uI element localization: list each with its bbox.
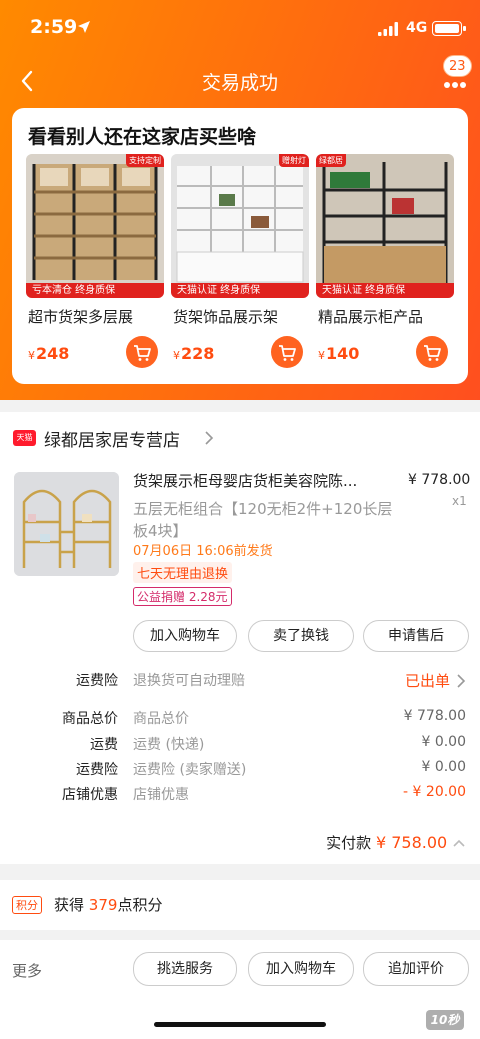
product-name[interactable]: 精品展示柜产品 xyxy=(318,306,423,327)
charity-tag: 公益捐赠 2.28元 xyxy=(133,587,232,606)
product-tag: 支持定制 xyxy=(126,154,164,167)
chevron-up-icon xyxy=(452,834,466,852)
navigation-bar: 交易成功 23 xyxy=(0,55,480,102)
fee-label: 运费 xyxy=(90,737,118,753)
fee-value: - ¥ 20.00 xyxy=(403,784,466,800)
item-image[interactable] xyxy=(14,472,119,576)
choose-service-button[interactable]: 挑选服务 xyxy=(133,952,237,986)
product-price: ¥140 xyxy=(318,344,360,363)
product-ribbon: 天猫认证 终身质保 xyxy=(316,283,454,298)
product-ribbon: 天猫认证 终身质保 xyxy=(171,283,309,298)
return-policy-tag: 七天无理由退换 xyxy=(133,562,233,583)
tmall-badge: 天猫 xyxy=(13,430,36,446)
fee-description: 运费险 (卖家赠送) xyxy=(133,762,247,778)
battery-icon xyxy=(432,21,466,36)
fee-label: 店铺优惠 xyxy=(62,787,118,803)
fee-description: 退换货可自动理赔 xyxy=(133,673,245,689)
fee-description: 店铺优惠 xyxy=(133,787,189,803)
product-ribbon: 亏本清仓 终身质保 xyxy=(26,283,164,298)
add-to-cart-icon[interactable] xyxy=(271,336,303,368)
add-review-button[interactable]: 追加评价 xyxy=(363,952,469,986)
product-name[interactable]: 货架饰品展示架 xyxy=(173,306,278,327)
fee-description: 运费 (快递) xyxy=(133,737,205,753)
resell-button[interactable]: 卖了换钱 xyxy=(248,620,354,652)
points-row: 积分 获得 379点积分 xyxy=(0,880,480,930)
product-tag: 绿都居 xyxy=(316,154,346,167)
shop-header[interactable]: 天猫 绿都居家居专营店 xyxy=(0,412,480,464)
chevron-right-icon xyxy=(456,673,466,693)
product-price: ¥228 xyxy=(173,344,215,363)
fee-label: 运费险 xyxy=(76,762,118,778)
fee-value: ¥ 778.00 xyxy=(403,708,466,724)
shipping-insurance-row[interactable]: 运费险 退换货可自动理赔 已出单 xyxy=(0,670,480,694)
chevron-right-icon xyxy=(204,430,214,450)
shop-name[interactable]: 绿都居家居专营店 xyxy=(44,426,180,451)
item-quantity: x1 xyxy=(452,494,467,508)
product-price: ¥248 xyxy=(28,344,70,363)
fee-row: 运费 运费 (快递) ¥ 0.00 xyxy=(0,734,480,758)
add-to-cart-icon[interactable] xyxy=(416,336,448,368)
recommendation-card: 看看别人还在这家店买些啥 支持定制 亏本清仓 终身质保 超市货架多层展 ¥248 xyxy=(12,108,468,384)
recommended-product[interactable]: 赠射灯 天猫认证 终身质保 货架饰品展示架 ¥228 xyxy=(171,154,309,374)
after-sales-button[interactable]: 申请售后 xyxy=(363,620,469,652)
total-amount: ¥ 758.00 xyxy=(375,833,448,852)
home-indicator[interactable] xyxy=(154,1022,326,1027)
cellular-signal-icon xyxy=(378,21,400,40)
points-text: 获得 379点积分 xyxy=(54,896,163,914)
product-image[interactable]: 支持定制 亏本清仓 终身质保 xyxy=(26,154,164,298)
total-paid[interactable]: 实付款 ¥ 758.00 xyxy=(326,832,466,853)
page-title: 交易成功 xyxy=(201,72,278,94)
status-bar: 2:59 4G xyxy=(0,0,480,60)
fee-value: ¥ 0.00 xyxy=(421,734,466,750)
fee-label: 商品总价 xyxy=(62,711,118,727)
item-price: ¥ 778.00 xyxy=(408,472,471,488)
item-spec: 五层无柜组合【120无柜2件+120长层板4块】 xyxy=(133,500,393,540)
product-tag: 赠射灯 xyxy=(279,154,309,167)
points-label: 积分 xyxy=(12,896,42,914)
item-title[interactable]: 货架展示柜母婴店货柜美容院陈... xyxy=(133,470,393,491)
status-time: 2:59 xyxy=(30,16,78,38)
fee-value: ¥ 0.00 xyxy=(421,759,466,775)
fee-row: 店铺优惠 店铺优惠 - ¥ 20.00 xyxy=(0,784,480,808)
fee-description: 商品总价 xyxy=(133,711,189,727)
insurance-status: 已出单 xyxy=(404,672,450,690)
total-label: 实付款 xyxy=(326,834,372,852)
watermark-logo: 10秒 xyxy=(426,1010,464,1030)
product-name[interactable]: 超市货架多层展 xyxy=(28,306,133,327)
recommendation-title: 看看别人还在这家店买些啥 xyxy=(28,126,257,148)
fee-label: 运费险 xyxy=(76,673,118,689)
shipping-time: 07月06日 16:06前发货 xyxy=(133,544,273,559)
more-link[interactable]: 更多 xyxy=(12,960,42,981)
recommended-product[interactable]: 支持定制 亏本清仓 终身质保 超市货架多层展 ¥248 xyxy=(26,154,164,374)
order-card: 天猫 绿都居家居专营店 货架展示柜母婴店货柜美容院陈... ¥ 778.00 x… xyxy=(0,412,480,864)
network-type: 4G xyxy=(406,20,428,36)
location-arrow-icon xyxy=(77,19,91,38)
fee-row: 商品总价 商品总价 ¥ 778.00 xyxy=(0,708,480,732)
product-image[interactable]: 绿都居 天猫认证 终身质保 xyxy=(316,154,454,298)
add-to-cart-button[interactable]: 加入购物车 xyxy=(248,952,354,986)
add-to-cart-button[interactable]: 加入购物车 xyxy=(133,620,237,652)
product-image[interactable]: 赠射灯 天猫认证 终身质保 xyxy=(171,154,309,298)
recommended-product[interactable]: 绿都居 天猫认证 终身质保 精品展示柜产品 ¥140 xyxy=(316,154,454,374)
fee-row: 运费险 运费险 (卖家赠送) ¥ 0.00 xyxy=(0,759,480,783)
message-count-badge: 23 xyxy=(443,55,472,77)
add-to-cart-icon[interactable] xyxy=(126,336,158,368)
